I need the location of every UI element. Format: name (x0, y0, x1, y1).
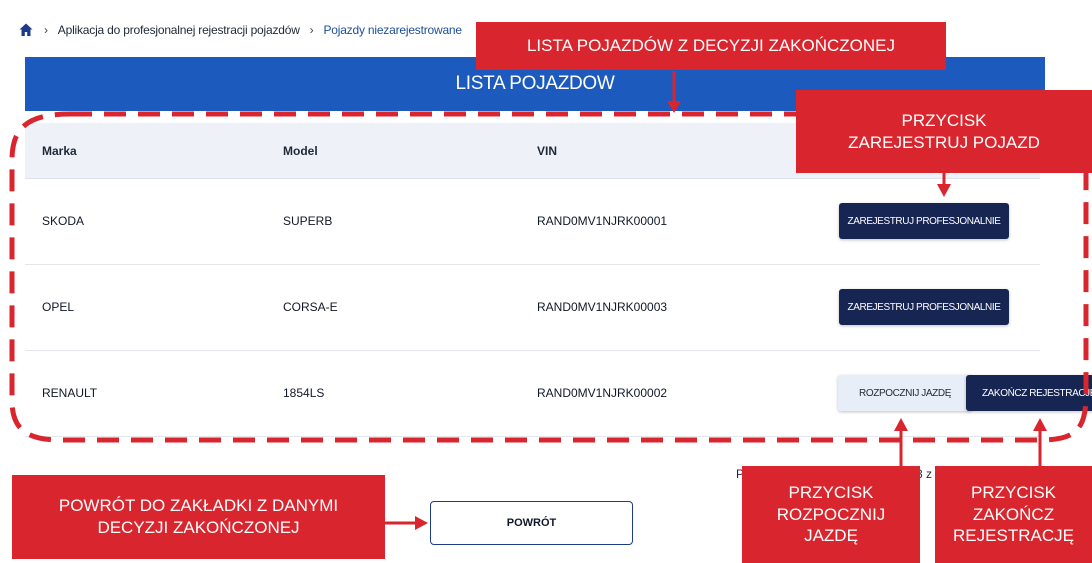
callout-start-line2: ROZPOCZNIJ (776, 504, 886, 524)
callout-back-line2: DECYZJI ZAKOŃCZONEJ (97, 518, 300, 537)
callout-vehicle-list-text: LISTA POJAZDÓW Z DECYZJI ZAKOŃCZONEJ (526, 36, 896, 56)
callout-register-line2: ZAREJESTRUJ POJAZD (848, 132, 1040, 152)
callout-back-button: POWRÓT DO ZAKŁADKI Z DANYMI DECYZJI ZAKO… (12, 475, 385, 559)
callout-start-drive-button: PRZYCISK ROZPOCZNIJ JAZDĘ (742, 466, 920, 563)
callout-back-line1: POWRÓT DO ZAKŁADKI Z DANYMI (58, 496, 339, 516)
callout-vehicle-list: LISTA POJAZDÓW Z DECYZJI ZAKOŃCZONEJ (476, 22, 946, 70)
callout-register-button: PRZYCISK ZAREJESTRUJ POJAZD (796, 90, 1092, 173)
callout-end-line3: REJESTRACJĘ (953, 526, 1074, 546)
callout-start-line3: JAZDĘ (804, 526, 858, 546)
callout-register-line1: PRZYCISK (901, 110, 987, 130)
callout-end-line1: PRZYCISK (970, 482, 1057, 502)
callout-end-line2: ZAKOŃCZ (972, 504, 1055, 524)
callout-finish-registration-button: PRZYCISK ZAKOŃCZ REJESTRACJĘ (935, 466, 1092, 563)
callout-start-line1: PRZYCISK (788, 482, 874, 502)
